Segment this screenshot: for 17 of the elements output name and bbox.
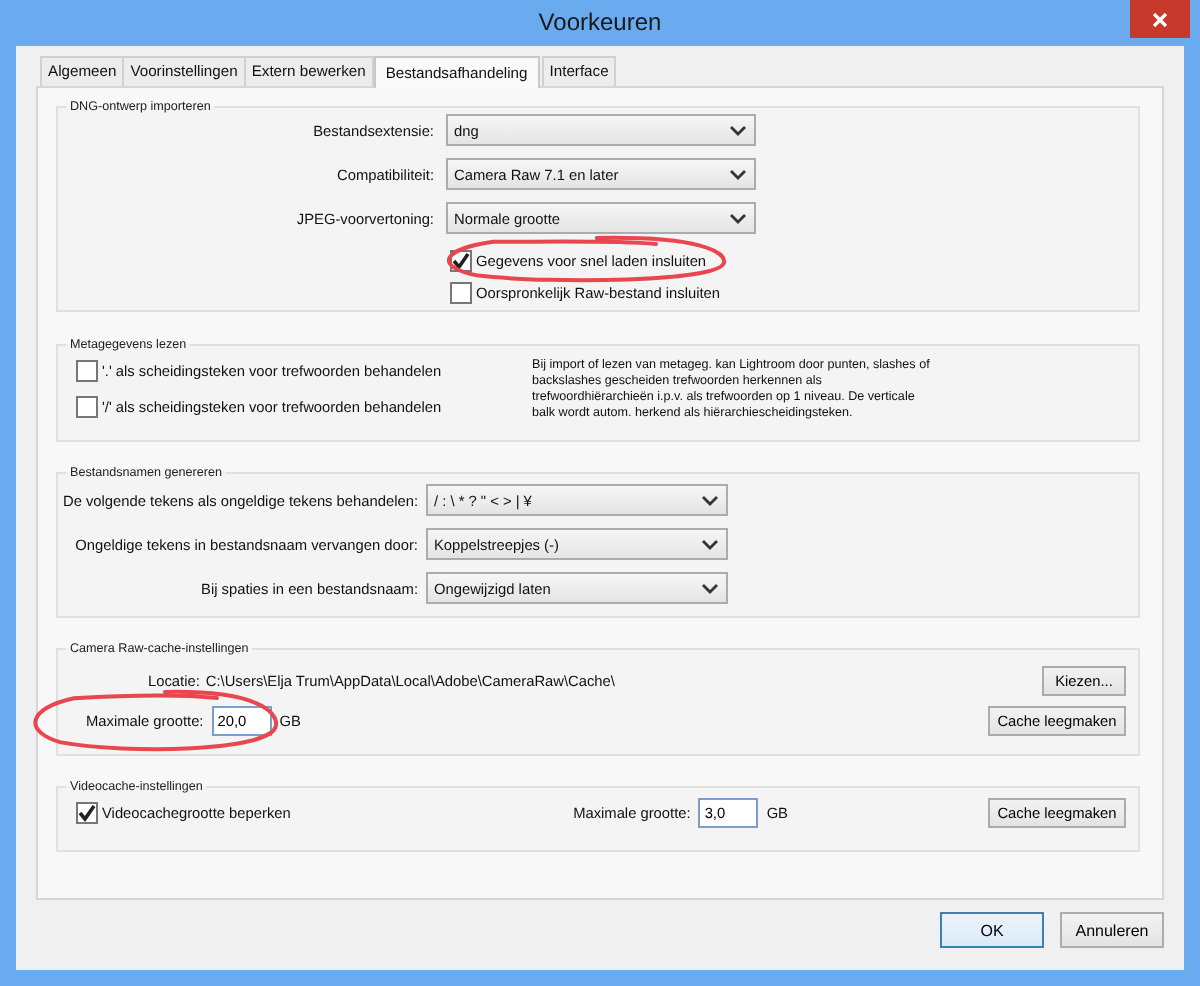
chevron-down-icon [730, 213, 746, 223]
chevron-down-icon [702, 495, 718, 505]
check-icon [78, 804, 96, 822]
chevron-down-icon [702, 583, 718, 593]
close-icon [1152, 11, 1168, 27]
chevron-down-icon [730, 169, 746, 179]
checkbox-box[interactable] [76, 360, 98, 382]
chevron-down-icon [702, 539, 718, 549]
close-button[interactable] [1130, 0, 1190, 38]
check-icon [452, 252, 470, 270]
button[interactable]: OK [940, 912, 1044, 948]
button[interactable]: Annuleren [1060, 912, 1164, 948]
checkbox-box[interactable] [76, 396, 98, 418]
checkbox-box[interactable] [76, 802, 98, 824]
checkbox-box[interactable] [450, 282, 472, 304]
chevron-down-icon [730, 125, 746, 135]
window-title: Voorkeuren [538, 7, 662, 35]
